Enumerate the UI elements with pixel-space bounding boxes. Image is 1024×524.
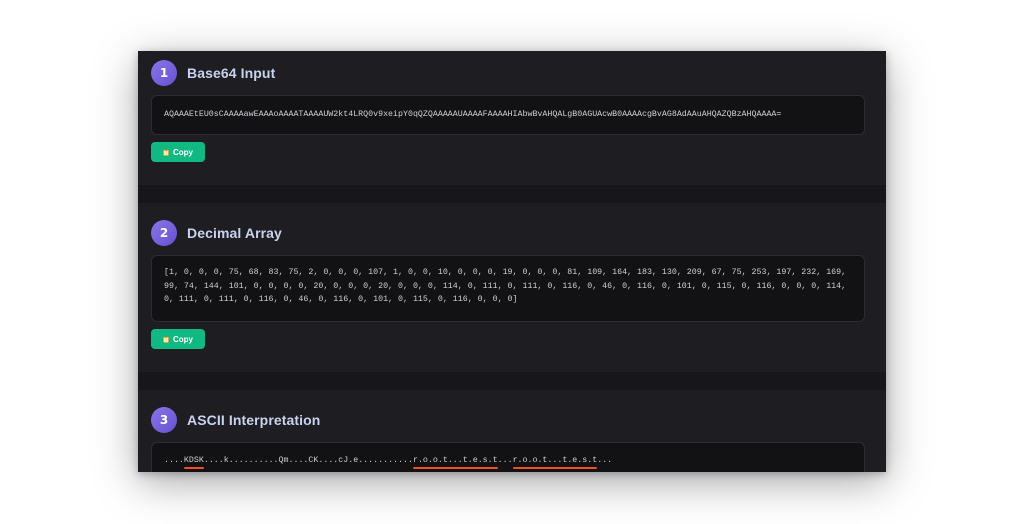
step-title: ASCII Interpretation: [187, 412, 321, 428]
step-number-badge: 1: [151, 60, 177, 86]
converter-window: 1 Base64 Input AQAAAEtEU0sCAAAAawEAAAoAA…: [138, 51, 886, 472]
highlight-string-2: r.o.o.t...t.e.s.t: [512, 456, 598, 465]
step-title: Base64 Input: [187, 65, 276, 81]
step-number-badge: 3: [151, 407, 177, 433]
ascii-segment: ....: [164, 456, 184, 465]
step-header-2: 2 Decimal Array: [151, 220, 282, 246]
decimal-array-box[interactable]: [1, 0, 0, 0, 75, 68, 83, 75, 2, 0, 0, 0,…: [151, 255, 865, 322]
section-ascii-interpretation: 3 ASCII Interpretation ....KDSK....k....…: [138, 390, 886, 472]
copy-decimal-button[interactable]: Copy: [151, 329, 205, 349]
decimal-array-text[interactable]: [1, 0, 0, 0, 75, 68, 83, 75, 2, 0, 0, 0,…: [164, 268, 846, 304]
copy-button-label: Copy: [173, 334, 193, 344]
step-header-1: 1 Base64 Input: [151, 60, 275, 86]
ascii-segment: ....k..........Qm....CK....cJ.e.........…: [203, 456, 413, 465]
copy-base64-button[interactable]: Copy: [151, 142, 205, 162]
base64-output-box[interactable]: AQAAAEtEU0sCAAAAawEAAAoAAAATAAAAUW2kt4LR…: [151, 95, 865, 135]
section-divider: [138, 372, 886, 390]
clipboard-icon: [163, 335, 169, 343]
section-divider: [138, 185, 886, 203]
ascii-output-box[interactable]: ....KDSK....k..........Qm....CK....cJ.e.…: [151, 442, 865, 472]
section-decimal-array: 2 Decimal Array [1, 0, 0, 0, 75, 68, 83,…: [138, 203, 886, 372]
step-header-3: 3 ASCII Interpretation: [151, 407, 320, 433]
section-base64-input: 1 Base64 Input AQAAAEtEU0sCAAAAawEAAAoAA…: [138, 51, 886, 185]
step-number-badge: 2: [151, 220, 177, 246]
ascii-segment: ...: [497, 456, 513, 465]
copy-button-label: Copy: [173, 147, 193, 157]
step-title: Decimal Array: [187, 225, 282, 241]
clipboard-icon: [163, 148, 169, 156]
ascii-text[interactable]: ....KDSK....k..........Qm....CK....cJ.e.…: [164, 456, 612, 465]
highlight-signature: KDSK: [183, 456, 204, 465]
ascii-segment: ...: [597, 456, 613, 465]
base64-text[interactable]: AQAAAEtEU0sCAAAAawEAAAoAAAATAAAAUW2kt4LR…: [164, 110, 781, 119]
highlight-string-1: r.o.o.t...t.e.s.t: [412, 456, 498, 465]
